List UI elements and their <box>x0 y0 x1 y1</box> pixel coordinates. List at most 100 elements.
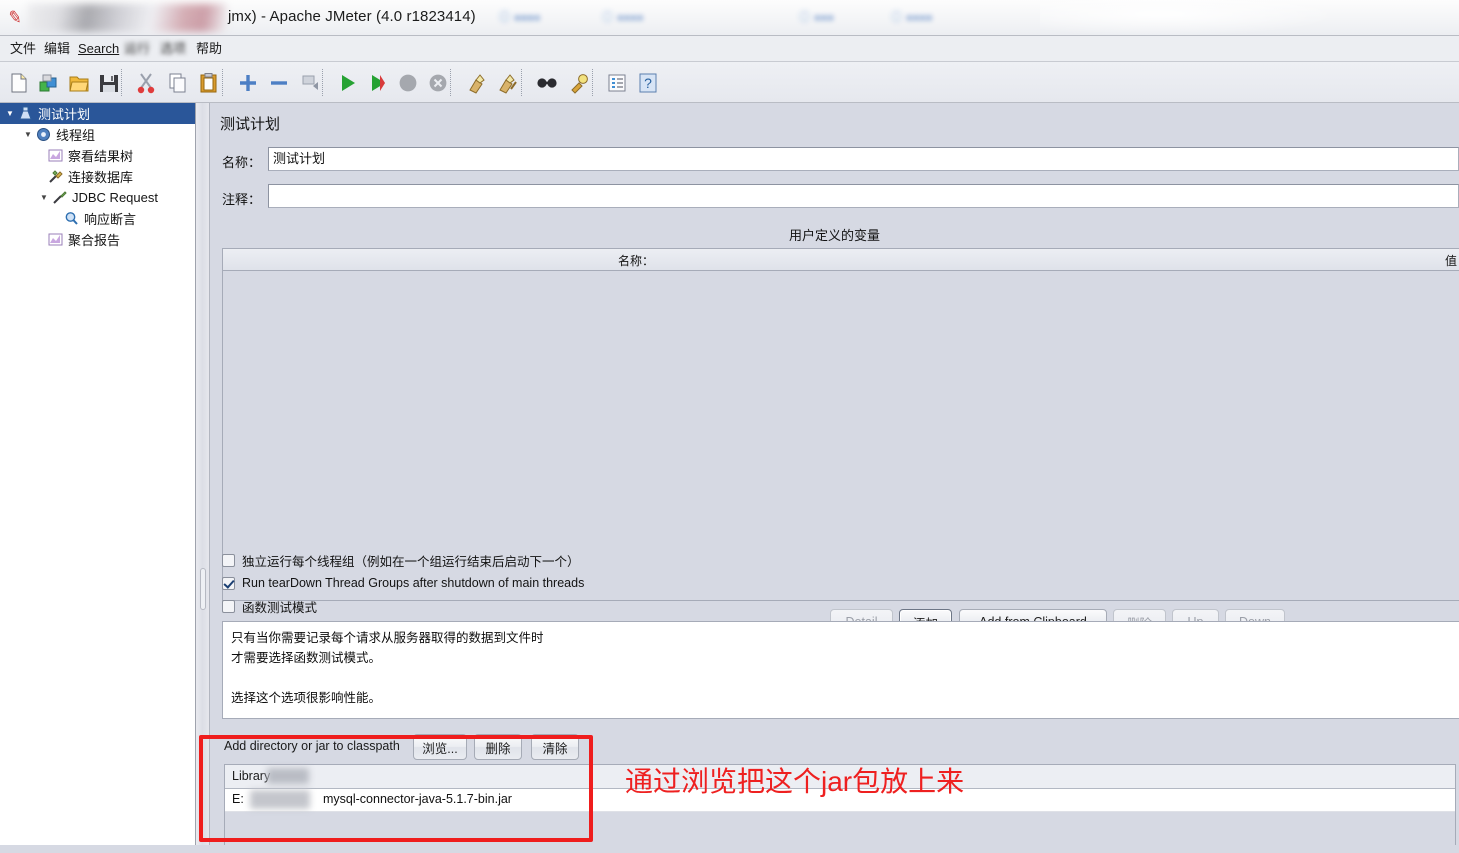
column-header-library[interactable]: Library <box>232 769 270 783</box>
search-icon[interactable] <box>534 70 560 96</box>
checkbox-label: Run tearDown Thread Groups after shutdow… <box>242 576 585 590</box>
help-line: 才需要选择函数测试模式。 <box>231 651 382 665</box>
checkbox-functional-test-mode[interactable]: 函数测试模式 <box>222 597 317 615</box>
column-header-name[interactable]: 名称： <box>618 252 654 269</box>
user-defined-variables-title: 用户定义的变量 <box>788 228 880 243</box>
tree-node-jdbc-request[interactable]: ▼ JDBC Request <box>0 187 195 208</box>
tree-node-test-plan[interactable]: ▼ 测试计划 <box>0 103 195 124</box>
tree-label: 响应断言 <box>84 212 137 227</box>
library-drive: E: <box>232 792 244 806</box>
save-icon[interactable] <box>96 70 122 96</box>
thread-group-icon <box>34 125 53 144</box>
browse-button[interactable]: 浏览... <box>413 734 467 760</box>
browser-tab: ●●●● <box>892 11 933 26</box>
tree-node-view-results-tree[interactable]: 察看结果树 <box>0 145 195 166</box>
paste-icon[interactable] <box>196 70 222 96</box>
help-line: 只有当你需要记录每个请求从服务器取得的数据到文件时 <box>231 631 544 645</box>
menu-help[interactable]: 帮助 <box>196 40 222 58</box>
window-title: jmx) - Apache JMeter (4.0 r1823414) <box>228 8 476 25</box>
name-label: 名称： <box>222 155 262 170</box>
name-input[interactable]: 测试计划 <box>268 147 1459 171</box>
chevron-down-icon[interactable]: ▼ <box>38 193 50 202</box>
page-title: 测试计划 <box>220 116 281 133</box>
help-icon[interactable]: ? <box>635 70 661 96</box>
toolbar-separator <box>322 69 323 96</box>
expand-all-icon[interactable] <box>235 70 261 96</box>
shutdown-icon[interactable] <box>425 70 451 96</box>
cut-icon[interactable] <box>133 70 159 96</box>
tree-node-thread-group[interactable]: ▼ 线程组 <box>0 124 195 145</box>
tree-label: 聚合报告 <box>68 233 121 248</box>
classpath-clear-button[interactable]: 清除 <box>531 734 579 760</box>
jdbc-config-icon <box>46 167 65 186</box>
tree-node-jdbc-connection-config[interactable]: 连接数据库 <box>0 166 195 187</box>
menu-options[interactable]: 选项 <box>160 40 186 58</box>
svg-text:?: ? <box>644 75 652 91</box>
comment-input[interactable] <box>268 184 1459 208</box>
checkbox-run-teardown[interactable]: Run tearDown Thread Groups after shutdow… <box>222 574 584 592</box>
checkbox-box[interactable] <box>222 553 235 567</box>
chevron-down-icon[interactable]: ▼ <box>22 130 34 139</box>
templates-icon[interactable] <box>36 70 62 96</box>
toolbar-separator <box>222 69 223 96</box>
tree-label: 测试计划 <box>38 107 91 122</box>
column-header-value[interactable]: 值 <box>1445 252 1457 269</box>
collapse-all-icon[interactable] <box>266 70 292 96</box>
jmeter-window: ✎ jmx) - Apache JMeter (4.0 r1823414) ●●… <box>0 0 1459 853</box>
reset-search-icon[interactable] <box>566 70 592 96</box>
tree-node-aggregate-report[interactable]: 聚合报告 <box>0 229 195 250</box>
tree-splitter[interactable] <box>196 103 210 853</box>
browser-tab: ●●● <box>800 11 834 26</box>
chevron-down-icon[interactable]: ▼ <box>4 109 16 118</box>
user-defined-variables-table[interactable]: 名称： 值 <box>222 248 1459 601</box>
test-plan-tree[interactable]: ▼ 测试计划 ▼ 线程组 察看结果树 连接数据库 ▼ JDBC Request … <box>0 103 196 853</box>
pencil-icon: ✎ <box>6 7 24 28</box>
window-bottom-edge <box>0 845 1459 853</box>
function-helper-icon[interactable] <box>604 70 630 96</box>
tree-node-response-assertion[interactable]: 响应断言 <box>0 208 195 229</box>
response-assertion-icon <box>62 209 81 228</box>
functional-mode-help-text: 只有当你需要记录每个请求从服务器取得的数据到文件时 才需要选择函数测试模式。 选… <box>222 621 1459 719</box>
open-icon[interactable] <box>66 70 92 96</box>
classpath-label: Add directory or jar to classpath <box>224 739 400 753</box>
clear-icon[interactable] <box>464 70 490 96</box>
menu-edit[interactable]: 编辑 <box>44 40 70 58</box>
splitter-grip[interactable] <box>200 568 206 610</box>
library-jar-name: mysql-connector-java-5.1.7-bin.jar <box>323 792 512 806</box>
menu-file[interactable]: 文件 <box>10 40 36 58</box>
start-no-pauses-icon[interactable] <box>365 70 391 96</box>
clear-all-icon[interactable] <box>495 70 521 96</box>
new-icon[interactable] <box>6 70 32 96</box>
toolbar-separator <box>121 69 122 96</box>
annotation-text: 通过浏览把这个jar包放上来 <box>625 766 965 797</box>
table-header-row: 名称： 值 <box>223 249 1459 271</box>
classpath-delete-button[interactable]: 删除 <box>474 734 522 760</box>
menu-run[interactable]: 运行 <box>124 40 150 58</box>
tree-label: 线程组 <box>56 128 96 143</box>
toggle-icon[interactable] <box>297 70 323 96</box>
browser-tab: ●●●● <box>603 11 644 26</box>
start-icon[interactable] <box>335 70 361 96</box>
titlebar-glare <box>1040 0 1340 35</box>
test-plan-icon <box>16 104 35 123</box>
tree-label: 连接数据库 <box>68 170 134 185</box>
checkbox-run-thread-groups-serially[interactable]: 独立运行每个线程组（例如在一个组运行结束后启动下一个） <box>222 551 580 569</box>
tree-label: JDBC Request <box>72 190 158 205</box>
stop-icon[interactable] <box>395 70 421 96</box>
title-redaction <box>28 4 226 32</box>
title-bar: ✎ jmx) - Apache JMeter (4.0 r1823414) ●●… <box>0 0 1459 36</box>
path-redaction <box>250 790 310 809</box>
browser-tab: ●●● <box>500 11 534 26</box>
help-line-blank <box>231 668 1459 688</box>
browser-tab-strip: ●●●● ●●●● ●●● ●●● ●●●● <box>500 6 1060 32</box>
toolbar-separator <box>450 69 451 96</box>
help-line: 选择这个选项很影响性能。 <box>231 691 382 705</box>
menu-search[interactable]: Search <box>78 40 119 58</box>
checkbox-box[interactable] <box>222 599 235 613</box>
copy-icon[interactable] <box>165 70 191 96</box>
view-results-tree-icon <box>46 146 65 165</box>
comment-label: 注释： <box>222 192 262 207</box>
header-redaction <box>267 768 309 784</box>
checkbox-box[interactable] <box>222 576 235 590</box>
menu-bar: 文件 编辑 Search 运行 选项 帮助 <box>0 36 1459 62</box>
